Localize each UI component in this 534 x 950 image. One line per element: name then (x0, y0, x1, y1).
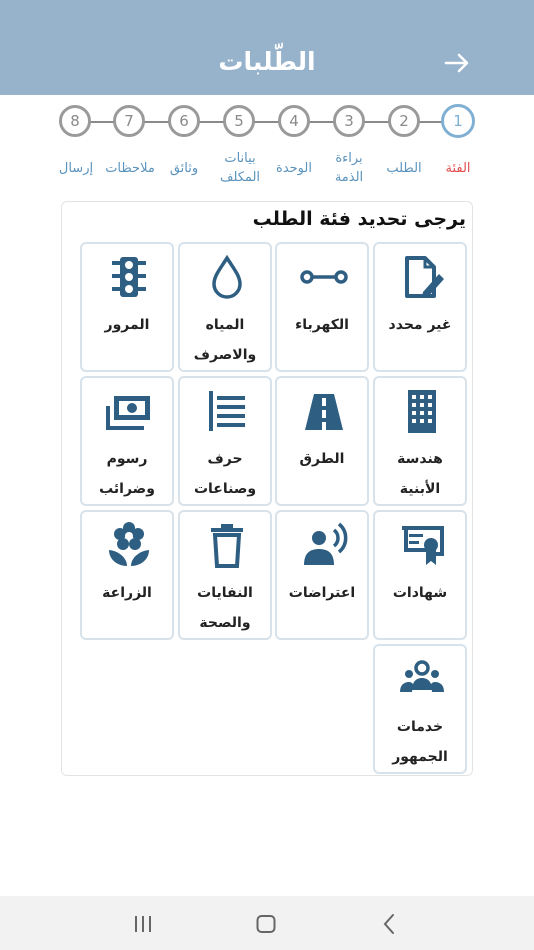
app-root: { "header": {"title": "الطّلبات", "back_… (0, 0, 534, 950)
category-electricity[interactable]: الكهرباء (275, 242, 369, 372)
step-label-5: بيانات المكلف (219, 151, 261, 185)
flower-icon (109, 522, 149, 566)
category-public-services[interactable]: خدمات الجمهور (373, 644, 467, 774)
home-icon[interactable] (256, 915, 276, 933)
step-label-6: وثائق (169, 161, 199, 176)
category-objections[interactable]: اعتراضات (275, 510, 369, 640)
step-label-7: ملاحظات (105, 161, 155, 176)
category-label: المياه والاصرف (193, 317, 257, 363)
step-label-1: الفئة (445, 161, 471, 176)
step-label-3: براءة الذمة (334, 151, 364, 185)
category-label: رسوم وضرائب (99, 451, 155, 497)
category-traffic[interactable]: المرور (80, 242, 174, 372)
category-label: خدمات الجمهور (392, 719, 448, 765)
step-5[interactable]: 5 (223, 105, 255, 137)
traffic-light-icon (112, 257, 146, 297)
category-label: شهادات (392, 585, 448, 601)
stepper: 1 2 3 4 5 6 7 8 (0, 104, 534, 140)
money-icon (106, 396, 150, 430)
section-title: يرجى تحديد فئة الطلب (252, 208, 466, 230)
app-header: الطّلبات (0, 0, 534, 95)
step-label-2: الطلب (386, 161, 422, 176)
step-7[interactable]: 7 (113, 105, 145, 137)
power-line-icon (300, 270, 348, 284)
water-drop-icon (212, 254, 242, 299)
step-label-4: الوحدة (276, 161, 312, 176)
people-group-icon (400, 660, 444, 692)
category-label: الزراعة (102, 585, 152, 601)
certificate-icon (402, 526, 444, 565)
back-chevron-icon[interactable] (382, 913, 396, 935)
step-3[interactable]: 3 (333, 105, 365, 137)
speaker-person-icon (304, 522, 348, 565)
category-label: الكهرباء (295, 317, 349, 333)
system-navigation-bar (0, 896, 534, 950)
category-label: المرور (104, 317, 150, 333)
category-water[interactable]: المياه والاصرف (178, 242, 272, 372)
recents-icon[interactable] (133, 916, 153, 932)
step-4[interactable]: 4 (278, 105, 310, 137)
arrow-right-icon[interactable] (440, 46, 474, 80)
category-label: هندسة الأبنية (397, 451, 443, 497)
category-certificates[interactable]: شهادات (373, 510, 467, 640)
category-undefined[interactable]: غير محدد (373, 242, 467, 372)
step-1[interactable]: 1 (441, 104, 475, 138)
step-2[interactable]: 2 (388, 105, 420, 137)
category-label: اعتراضات (288, 585, 356, 601)
category-buildings[interactable]: هندسة الأبنية (373, 376, 467, 506)
edit-document-icon (405, 256, 444, 298)
category-fees[interactable]: رسوم وضرائب (80, 376, 174, 506)
category-crafts[interactable]: حرف وصناعات (178, 376, 272, 506)
category-label: غير محدد (388, 317, 452, 333)
road-icon (305, 394, 343, 430)
list-icon (209, 391, 245, 431)
category-label: الطرق (299, 451, 345, 467)
step-label-8: إرسال (58, 161, 94, 176)
category-label: حرف وصناعات (193, 451, 257, 497)
category-agriculture[interactable]: الزراعة (80, 510, 174, 640)
category-roads[interactable]: الطرق (275, 376, 369, 506)
category-card: يرجى تحديد فئة الطلب غير محدد الكهرباء ا… (61, 201, 473, 776)
step-6[interactable]: 6 (168, 105, 200, 137)
category-waste[interactable]: النفايات والصحة (178, 510, 272, 640)
trash-icon (211, 524, 243, 568)
category-label: النفايات والصحة (197, 585, 253, 631)
step-8[interactable]: 8 (59, 105, 91, 137)
building-icon (408, 390, 436, 433)
